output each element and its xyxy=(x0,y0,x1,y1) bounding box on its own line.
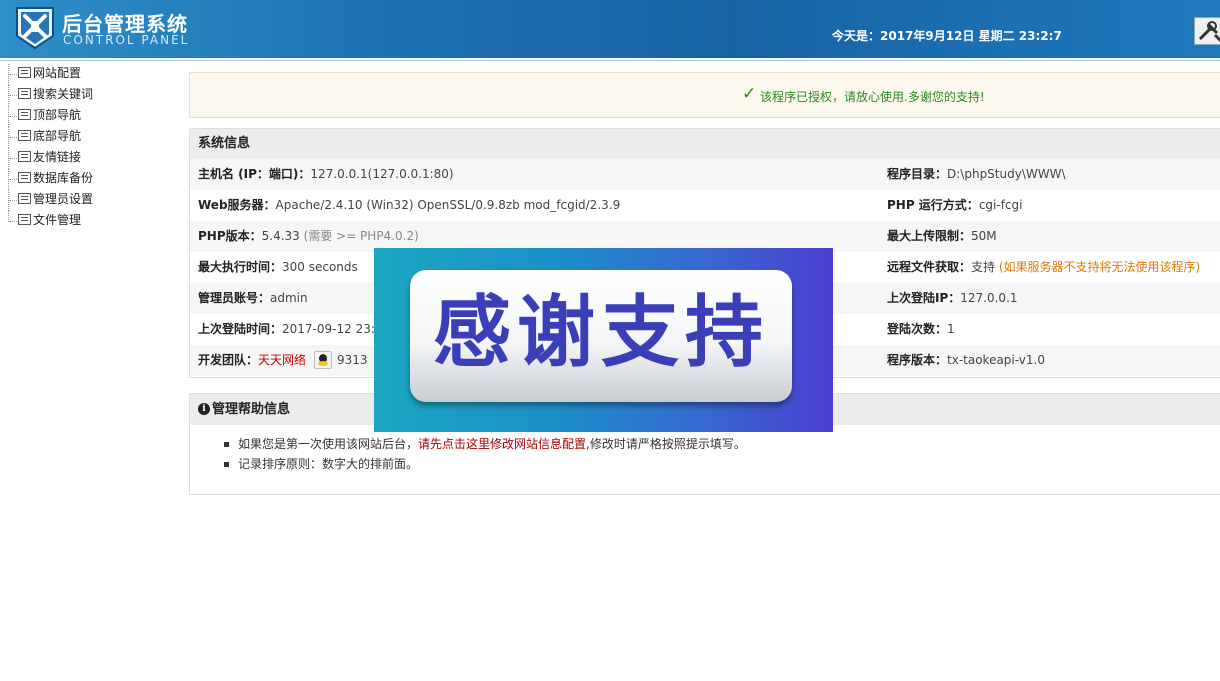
sidebar-item-label: 友情链接 xyxy=(33,150,82,164)
app-subtitle: CONTROL PANEL xyxy=(63,33,190,47)
info-label: 上次登陆时间： xyxy=(198,322,283,336)
form-icon xyxy=(18,151,31,162)
info-label: 程序版本： xyxy=(887,353,948,367)
help-item: 如果您是第一次使用该网站后台，请先点击这里修改网站信息配置,修改时请严格按照提示… xyxy=(222,434,1220,454)
info-value: Apache/2.4.10 (Win32) OpenSSL/0.9.8zb mo… xyxy=(275,198,621,212)
notice-text: 该程序已授权，请放心使用.多谢您的支持! xyxy=(760,90,985,104)
sidebar-item-label: 网站配置 xyxy=(33,66,82,80)
help-list: 如果您是第一次使用该网站后台，请先点击这里修改网站信息配置,修改时请严格按照提示… xyxy=(222,434,1220,474)
info-label: 最大上传限制： xyxy=(887,229,972,243)
thanks-banner: 感谢支持 xyxy=(374,248,833,432)
sidebar-item-label: 顶部导航 xyxy=(33,108,82,122)
info-label: PHP版本： xyxy=(198,229,262,243)
tree-line xyxy=(8,211,18,222)
form-icon xyxy=(18,172,31,183)
sidebar-item-file-manager[interactable]: 文件管理 xyxy=(8,211,178,232)
form-icon xyxy=(18,88,31,99)
current-date: 今天是：2017年9月12日 星期二 23:2:7 xyxy=(832,29,1062,43)
sidebar-item-label: 数据库备份 xyxy=(33,171,94,185)
site-config-link[interactable]: 请先点击这里修改网站信息配置 xyxy=(418,437,586,451)
sidebar-menu: 网站配置 搜索关键词 顶部导航 底部导航 友情链接 数据库备份 管理员设置 文件… xyxy=(8,64,178,232)
info-label: PHP 运行方式： xyxy=(887,198,979,212)
sidebar-item-top-nav[interactable]: 顶部导航 xyxy=(8,106,178,127)
qq-number: 9313 xyxy=(337,353,368,367)
sidebar-item-label: 文件管理 xyxy=(33,213,82,227)
sidebar-item-label: 管理员设置 xyxy=(33,192,94,206)
qq-icon[interactable] xyxy=(314,350,333,369)
tree-line xyxy=(8,127,18,148)
header-divider xyxy=(0,60,1220,61)
form-icon xyxy=(18,67,31,78)
banner-text: 感谢支持 xyxy=(432,288,769,378)
info-label: 程序目录： xyxy=(887,167,948,181)
sidebar-item-admin-settings[interactable]: 管理员设置 xyxy=(8,190,178,211)
info-value: admin xyxy=(270,291,308,305)
sidebar-item-search-keywords[interactable]: 搜索关键词 xyxy=(8,85,178,106)
info-value: 支持 xyxy=(971,260,996,274)
info-label: 管理员账号： xyxy=(198,291,271,305)
info-label: 最大执行时间： xyxy=(198,260,283,274)
info-row: Web服务器：Apache/2.4.10 (Win32) OpenSSL/0.9… xyxy=(190,190,1220,221)
team-link[interactable]: 天天网络 xyxy=(258,353,306,367)
info-icon: i xyxy=(198,402,210,415)
panel-title: 管理帮助信息 xyxy=(212,402,291,417)
check-icon: ✓ xyxy=(742,84,757,104)
tools-button[interactable] xyxy=(1194,17,1220,45)
info-label: 上次登陆IP： xyxy=(887,291,961,305)
tools-icon xyxy=(1198,21,1220,43)
help-item: 记录排序原则：数字大的排前面。 xyxy=(222,454,1220,474)
info-label: Web服务器： xyxy=(198,198,276,212)
top-header: 后台管理系统 CONTROL PANEL 今天是：2017年9月12日 星期二 … xyxy=(0,0,1220,58)
info-label: 登陆次数： xyxy=(887,322,948,336)
help-text: 如果您是第一次使用该网站后台， xyxy=(238,437,419,451)
info-value: 1 xyxy=(947,322,955,336)
sidebar-item-label: 搜索关键词 xyxy=(33,87,94,101)
info-value: cgi-fcgi xyxy=(978,198,1023,212)
notice-text-wrap: ✓ 该程序已授权，请放心使用.多谢您的支持! xyxy=(742,84,985,105)
sidebar-item-friend-links[interactable]: 友情链接 xyxy=(8,148,178,169)
license-notice: ✓ 该程序已授权，请放心使用.多谢您的支持! xyxy=(189,72,1220,118)
info-label: 开发团队： xyxy=(198,353,259,367)
info-value: 50M xyxy=(971,229,997,243)
form-icon xyxy=(18,130,31,141)
panel-title: 系统信息 xyxy=(190,129,1220,159)
tree-line xyxy=(8,64,18,85)
info-value: D:\phpStudy\WWW\ xyxy=(947,167,1066,181)
tree-line xyxy=(8,169,18,190)
sidebar-item-db-backup[interactable]: 数据库备份 xyxy=(8,169,178,190)
sidebar-item-site-config[interactable]: 网站配置 xyxy=(8,64,178,85)
sidebar-item-bottom-nav[interactable]: 底部导航 xyxy=(8,127,178,148)
tree-line xyxy=(8,148,18,169)
info-value: tx-taokeapi-v1.0 xyxy=(947,353,1045,367)
info-row: 主机名 (IP：端口)：127.0.0.1(127.0.0.1:80) 程序目录… xyxy=(190,159,1220,190)
info-value: 5.4.33 xyxy=(261,229,300,243)
form-icon xyxy=(18,214,31,225)
info-note: (如果服务器不支持将无法使用该程序) xyxy=(998,260,1201,274)
tree-line xyxy=(8,190,18,211)
info-value: 127.0.0.1 xyxy=(960,291,1018,305)
info-label: 主机名 (IP：端口)： xyxy=(198,167,311,181)
help-text: ,修改时请严格按照提示填写。 xyxy=(586,437,746,451)
info-note: (需要 >= PHP4.0.2) xyxy=(303,229,419,243)
logo-icon xyxy=(16,7,54,50)
info-value: 300 seconds xyxy=(282,260,358,274)
info-value: 2017-09-12 23:0 xyxy=(282,322,383,336)
form-icon xyxy=(18,193,31,204)
tree-line xyxy=(8,85,18,106)
info-label: 远程文件获取： xyxy=(887,260,972,274)
form-icon xyxy=(18,109,31,120)
banner-card: 感谢支持 xyxy=(410,270,792,402)
sidebar-item-label: 底部导航 xyxy=(33,129,82,143)
tree-line xyxy=(8,106,18,127)
info-value: 127.0.0.1(127.0.0.1:80) xyxy=(310,167,454,181)
